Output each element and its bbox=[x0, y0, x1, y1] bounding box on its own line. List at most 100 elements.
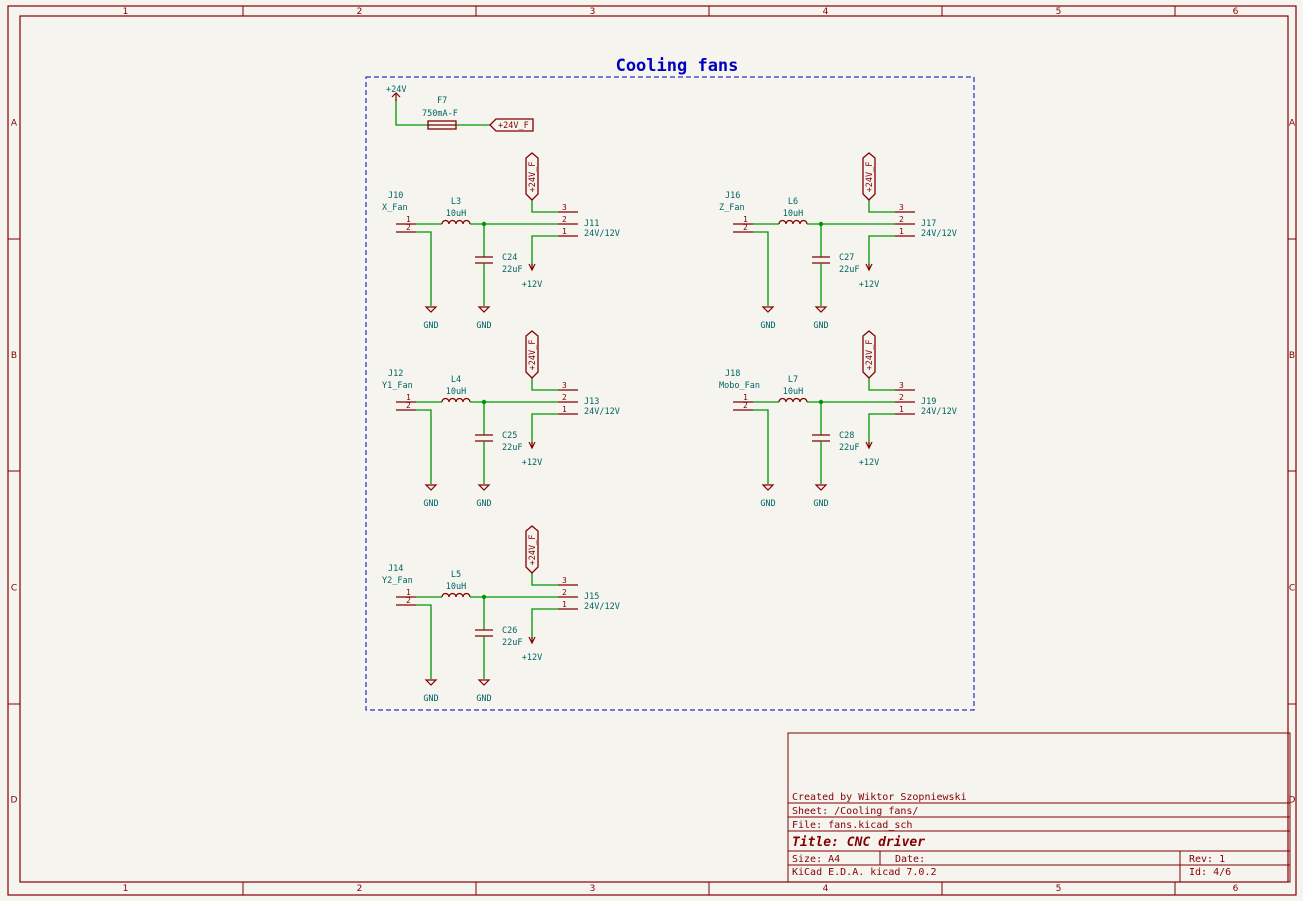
selector-24vf-label: +24V_F bbox=[528, 340, 538, 371]
selector-24vf-label: +24V_F bbox=[528, 535, 538, 566]
selector-value: 24V/12V bbox=[921, 407, 957, 417]
inductor-symbol bbox=[778, 397, 808, 403]
title-block: Created by Wiktor Szopniewski Sheet: /Co… bbox=[787, 732, 1291, 883]
ground-symbol bbox=[424, 679, 438, 686]
column-label-top: 6 bbox=[1233, 7, 1239, 17]
inductor-value: 10uH bbox=[446, 582, 466, 592]
pin-number: 2 bbox=[406, 596, 411, 605]
pin-number: 2 bbox=[743, 401, 748, 410]
pin-number: 3 bbox=[899, 203, 904, 212]
pin-number: 2 bbox=[406, 223, 411, 232]
selector-24vf-label: +24V_F bbox=[865, 340, 875, 371]
fuse-ref: F7 bbox=[437, 96, 447, 106]
column-label-bottom: 3 bbox=[590, 884, 596, 894]
pin-number: 1 bbox=[562, 405, 567, 414]
fan-connector-ref: J14 bbox=[388, 564, 403, 574]
ground-label: GND bbox=[476, 499, 491, 509]
tb-title: Title: CNC driver bbox=[792, 835, 925, 850]
pin-number: 1 bbox=[562, 227, 567, 236]
ground-symbol bbox=[814, 306, 828, 313]
selector-12v-label: +12V bbox=[522, 653, 542, 663]
inductor-value: 10uH bbox=[446, 387, 466, 397]
pin-number: 2 bbox=[899, 215, 904, 224]
pin-number: 3 bbox=[899, 381, 904, 390]
ground-label: GND bbox=[813, 499, 828, 509]
fan-blocks: J10X_Fan12L310uHC2422uFGND GND321J1124V/1… bbox=[382, 152, 957, 704]
fan-connector-ref: J16 bbox=[725, 191, 740, 201]
fan-connector-ref: J12 bbox=[388, 369, 403, 379]
row-label-left: D bbox=[11, 796, 18, 806]
fan-block: J10X_Fan12L310uHC2422uFGND GND321J1124V/1… bbox=[382, 152, 620, 331]
ground-label: GND bbox=[760, 321, 775, 331]
column-label-bottom: 5 bbox=[1056, 884, 1062, 894]
inductor-ref: L7 bbox=[788, 375, 798, 385]
capacitor-ref: C24 bbox=[502, 253, 517, 263]
inductor-value: 10uH bbox=[783, 209, 803, 219]
fan-block: J12Y1_Fan12L410uHC2522uFGND GND321J1324V/… bbox=[382, 330, 620, 509]
column-label-bottom: 1 bbox=[123, 884, 129, 894]
supply-section: +24V F7 750mA-F +24V_F bbox=[386, 85, 534, 132]
pin-number: 2 bbox=[743, 223, 748, 232]
selector-ref: J11 bbox=[584, 219, 599, 229]
ground-symbol bbox=[477, 679, 491, 686]
inductor-value: 10uH bbox=[446, 209, 466, 219]
selector-12v-label: +12V bbox=[859, 280, 879, 290]
column-label-top: 4 bbox=[823, 7, 829, 17]
inductor-symbol bbox=[441, 219, 471, 225]
pin-number: 3 bbox=[562, 576, 567, 585]
selector-value: 24V/12V bbox=[921, 229, 957, 239]
ground-label: GND bbox=[760, 499, 775, 509]
tb-rev: Rev: 1 bbox=[1189, 854, 1225, 865]
row-label-left: B bbox=[11, 351, 17, 361]
inductor-value: 10uH bbox=[783, 387, 803, 397]
fan-connector-name: Y2_Fan bbox=[382, 576, 413, 586]
column-label-bottom: 6 bbox=[1233, 884, 1239, 894]
ground-symbol bbox=[424, 484, 438, 491]
fan-connector-ref: J18 bbox=[725, 369, 740, 379]
row-label-right: A bbox=[1289, 119, 1296, 129]
capacitor-ref: C26 bbox=[502, 626, 517, 636]
schematic-canvas: 112233445566 A AB BC CD D Cooling fans +24V … bbox=[7, 5, 1297, 896]
ground-symbol bbox=[477, 484, 491, 491]
selector-ref: J13 bbox=[584, 397, 599, 407]
fuse-value: 750mA-F bbox=[422, 109, 458, 119]
capacitor-value: 22uF bbox=[839, 265, 859, 275]
inductor-ref: L3 bbox=[451, 197, 461, 207]
fan-block: J14Y2_Fan12L510uHC2622uFGND GND321J1524V/… bbox=[382, 525, 620, 704]
selector-value: 24V/12V bbox=[584, 229, 620, 239]
tb-tool: KiCad E.D.A. kicad 7.0.2 bbox=[792, 867, 937, 878]
capacitor-value: 22uF bbox=[502, 443, 522, 453]
selector-24vf-label: +24V_F bbox=[528, 162, 538, 193]
pin-number: 2 bbox=[562, 393, 567, 402]
ground-symbol bbox=[814, 484, 828, 491]
fan-block: J18Mobo_Fan12L710uHC2822uFGND GND321J1924… bbox=[719, 330, 957, 509]
fan-connector-name: Mobo_Fan bbox=[719, 381, 760, 391]
fan-block: J16Z_Fan12L610uHC2722uFGND GND321J1724V/1… bbox=[719, 152, 957, 331]
column-label-top: 2 bbox=[357, 7, 363, 17]
ground-symbol bbox=[424, 306, 438, 313]
tb-date: Date: bbox=[895, 854, 925, 865]
pin-number: 1 bbox=[899, 405, 904, 414]
capacitor-ref: C27 bbox=[839, 253, 854, 263]
fan-connector-name: Y1_Fan bbox=[382, 381, 413, 391]
sheet-title: Cooling fans bbox=[616, 56, 739, 76]
fan-connector-name: Z_Fan bbox=[719, 203, 745, 213]
column-label-top: 1 bbox=[123, 7, 129, 17]
ground-symbol bbox=[477, 306, 491, 313]
ground-label: GND bbox=[476, 321, 491, 331]
inductor-ref: L5 bbox=[451, 570, 461, 580]
column-markers: 1 1 2 2 3 3 4 4 5 5 6 6 bbox=[123, 6, 1239, 895]
capacitor-value: 22uF bbox=[502, 638, 522, 648]
tb-size: Size: A4 bbox=[792, 854, 840, 865]
row-label-right: B bbox=[1289, 351, 1295, 361]
column-label-top: 3 bbox=[590, 7, 596, 17]
pin-number: 2 bbox=[406, 401, 411, 410]
selector-24vf-label: +24V_F bbox=[865, 162, 875, 193]
inductor-ref: L6 bbox=[788, 197, 798, 207]
column-label-top: 5 bbox=[1056, 7, 1062, 17]
ground-symbol bbox=[761, 484, 775, 491]
capacitor-ref: C28 bbox=[839, 431, 854, 441]
capacitor-ref: C25 bbox=[502, 431, 517, 441]
ground-label: GND bbox=[813, 321, 828, 331]
ground-label: GND bbox=[423, 694, 438, 704]
